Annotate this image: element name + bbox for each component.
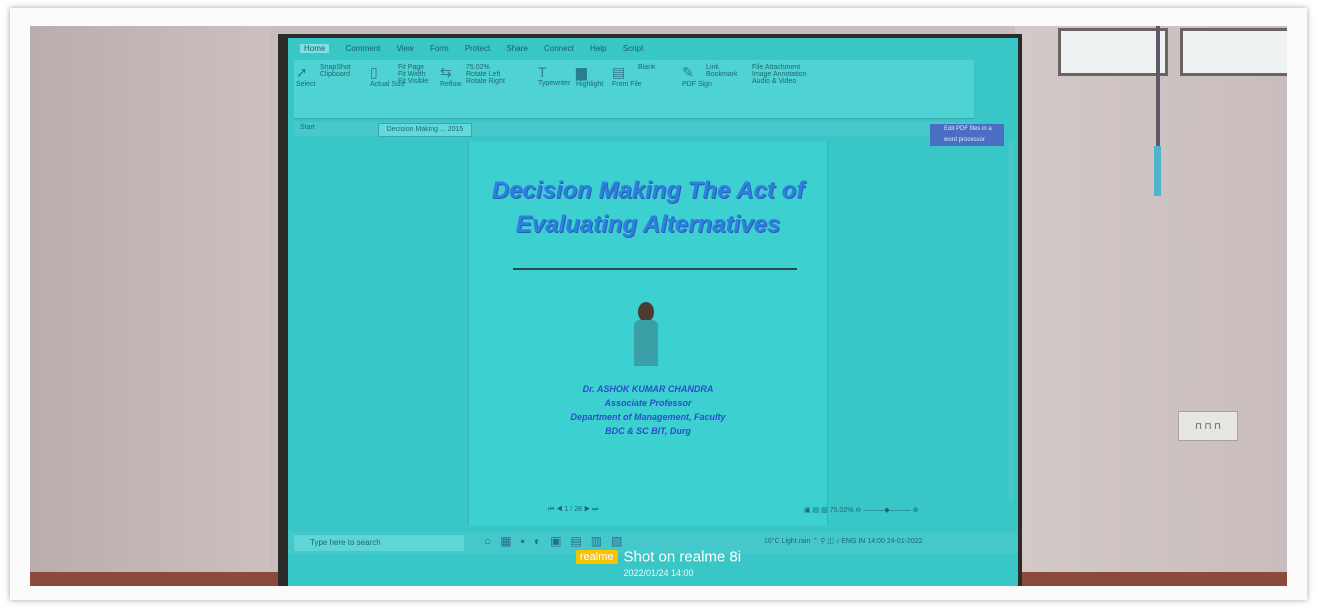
zoom-controls: ▣ ▤ ▥ 75.02% ⊖ ———◆——— ⊕	[804, 506, 1004, 520]
zoom-level: 75.02%	[829, 507, 854, 514]
tab-help[interactable]: Help	[590, 44, 606, 53]
tab-connect[interactable]: Connect	[544, 44, 574, 53]
start-tab[interactable]: Start	[300, 124, 315, 131]
tab-share[interactable]: Share	[506, 44, 527, 53]
next-page-icon[interactable]: ▶	[584, 506, 590, 513]
tray-icons[interactable]: ⌃ ⚲ ◫ ♪	[812, 538, 839, 545]
watermark-brand: realme	[575, 549, 618, 564]
blank-button[interactable]: Blank	[638, 64, 656, 71]
zoom-slider[interactable]: ———◆———	[863, 507, 910, 514]
first-page-icon[interactable]: ⏮	[548, 506, 554, 513]
author-body	[634, 320, 658, 366]
fit-visible-button[interactable]: Fit Visible	[398, 78, 428, 85]
author-head	[638, 302, 654, 322]
author-name: Dr. ASHOK KUMAR CHANDRA	[582, 384, 714, 394]
system-tray: 16°C Light rain ⌃ ⚲ ◫ ♪ ENG IN 14:00 24-…	[764, 537, 923, 545]
wall-right	[1015, 26, 1287, 586]
convert-to-word-button[interactable]: Edit PDF files in a word processor	[930, 124, 1004, 146]
fit-options: Fit Page Fit Width Fit Visible	[398, 64, 428, 85]
cursor-icon: ➚	[296, 64, 308, 80]
zoom-in-icon[interactable]: ⊕	[913, 507, 919, 514]
bookmark-button[interactable]: Bookmark	[706, 71, 738, 78]
highlight-icon: ▆	[576, 64, 587, 80]
author-institution: BDC & SC BIT, Durg	[605, 426, 691, 436]
cable-tag	[1154, 146, 1161, 196]
wall-left	[30, 26, 270, 586]
view-mode-icon[interactable]: ▣ ▤ ▥	[804, 507, 828, 514]
page-indicator[interactable]: 1 / 28	[564, 506, 582, 513]
title-divider	[513, 268, 797, 270]
taskbar-app-icons[interactable]: ○▦▪◐▣▤▥▧	[484, 534, 631, 548]
language-indicator[interactable]: ENG IN	[841, 538, 865, 545]
zoom-rotate-group: 75.02% Rotate Left Rotate Right	[466, 64, 505, 85]
link-button[interactable]: Link	[706, 64, 719, 71]
typewriter-icon: T	[538, 64, 547, 80]
document-tab-bar: Start Decision Making ... 2015	[294, 122, 974, 137]
watermark-datetime: 2022/01/24 14:00	[623, 568, 694, 578]
tab-protect[interactable]: Protect	[465, 44, 490, 53]
snapshot-button[interactable]: SnapShot Clipboard	[320, 64, 351, 78]
insert-group: File Attachment Image Annotation Audio &…	[752, 64, 807, 85]
pdf-page: Decision Making The Act of Evaluating Al…	[468, 142, 828, 526]
highlight-button[interactable]: ▆ Highlight	[576, 64, 603, 88]
window-right	[1180, 28, 1287, 76]
tab-comment[interactable]: Comment	[346, 44, 381, 53]
select-tool[interactable]: ➚ Select	[296, 64, 315, 88]
document-tab[interactable]: Decision Making ... 2015	[378, 123, 472, 137]
last-page-icon[interactable]: ⏭	[592, 506, 598, 513]
tab-script[interactable]: Script	[623, 44, 643, 53]
links-group: Link Bookmark	[706, 64, 738, 78]
reflow-icon: ⇆	[440, 64, 452, 80]
prev-page-icon[interactable]: ◀	[556, 506, 562, 513]
author-position: Associate Professor	[604, 398, 692, 408]
clock-date[interactable]: 24-01-2022	[887, 538, 923, 545]
watermark-text: Shot on realme 8i	[623, 548, 742, 566]
typewriter-button[interactable]: T Typewriter	[538, 64, 570, 87]
tab-view[interactable]: View	[397, 44, 414, 53]
zoom-field[interactable]: 75.02%	[466, 64, 490, 71]
image-annotation-button[interactable]: Image Annotation	[752, 71, 807, 78]
audio-video-button[interactable]: Audio & Video	[752, 78, 796, 85]
zoom-out-icon[interactable]: ⊖	[855, 507, 861, 514]
clipboard-button[interactable]: Clipboard	[320, 71, 350, 78]
rotate-left-button[interactable]: Rotate Left	[466, 71, 500, 78]
author-department: Department of Management, Faculty	[570, 412, 726, 422]
ribbon-tabs: Home Comment View Form Protect Share Con…	[300, 44, 960, 58]
photograph: ⊓ ⊓ ⊓ Home Comment View Form Protect Sha…	[30, 26, 1287, 586]
camera-watermark: realme Shot on realme 8i 2022/01/24 14:00	[30, 548, 1287, 578]
clock-time[interactable]: 14:00	[867, 538, 885, 545]
slide-title: Decision Making The Act of Evaluating Al…	[491, 177, 805, 238]
projected-screen: Home Comment View Form Protect Share Con…	[288, 38, 1018, 586]
fit-page-button[interactable]: Fit Page	[398, 64, 424, 71]
tab-home[interactable]: Home	[300, 44, 330, 53]
reflow-button[interactable]: ⇆ Reflow	[440, 64, 461, 88]
author-block: Dr. ASHOK KUMAR CHANDRA Associate Profes…	[469, 382, 827, 438]
wall-socket: ⊓ ⊓ ⊓	[1178, 411, 1238, 441]
window-left	[1058, 28, 1168, 76]
author-photo	[634, 302, 658, 366]
photo-frame: ⊓ ⊓ ⊓ Home Comment View Form Protect Sha…	[10, 8, 1307, 600]
file-attachment-button[interactable]: File Attachment	[752, 64, 800, 71]
weather-widget[interactable]: 16°C Light rain	[764, 538, 810, 545]
rotate-right-button[interactable]: Rotate Right	[466, 78, 505, 85]
vertical-scrollbar[interactable]	[1008, 142, 1014, 502]
fit-width-button[interactable]: Fit Width	[398, 71, 426, 78]
page-navigation: ⏮ ◀ 1 / 28 ▶ ⏭	[548, 506, 718, 520]
ribbon-toolbar: ➚ Select SnapShot Clipboard ▯ Actual Siz…	[294, 60, 974, 119]
tab-form[interactable]: Form	[430, 44, 449, 53]
